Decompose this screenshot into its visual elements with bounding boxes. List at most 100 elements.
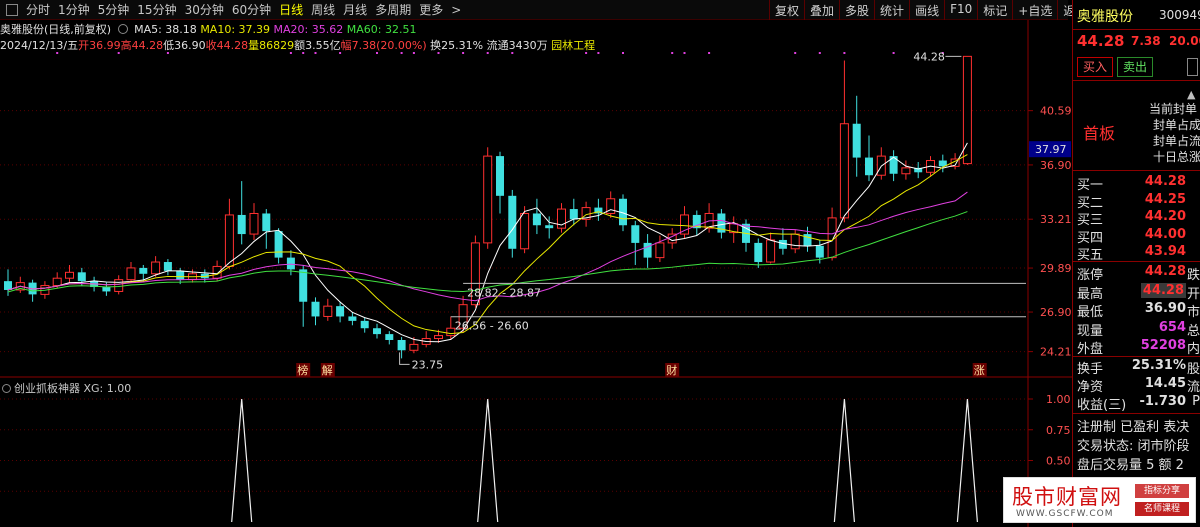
watermark-tag1: 指标分享 bbox=[1135, 484, 1189, 498]
signal-dot bbox=[683, 52, 686, 54]
candle-body bbox=[865, 157, 873, 176]
candle-body bbox=[323, 305, 333, 317]
candle-body bbox=[839, 123, 849, 219]
stat-label: 净资 bbox=[1077, 380, 1104, 395]
candlestick-chart[interactable]: 40.59 36.90 33.21 29.89 26.90 24.21 37.97 28.82… bbox=[0, 20, 1072, 378]
info-note: 注册制 已盈利 表决 bbox=[1077, 420, 1190, 435]
bid-price: 44.28 bbox=[1144, 174, 1186, 189]
toolbar-button[interactable]: F10 bbox=[944, 0, 977, 20]
signal-dot bbox=[671, 52, 674, 54]
bid-price: 44.20 bbox=[1144, 209, 1186, 224]
period-tabs: 分时 1分钟 5分钟 15分钟 30分钟 60分钟 日线 周线 月线 多周期 更多 bbox=[22, 1, 447, 18]
quote-panel: 奥雅股份 300949 44.28 7.38 20.00 买入 卖出 ▲ 首板 … bbox=[1072, 0, 1200, 527]
event-marker-label: 解 bbox=[322, 363, 333, 377]
candle-body bbox=[483, 155, 493, 244]
range-label: 28.82 - 28.87 bbox=[467, 286, 541, 299]
period-tab[interactable]: 月线 bbox=[339, 1, 371, 18]
signal-dot bbox=[511, 52, 514, 54]
signal-dot bbox=[56, 52, 59, 54]
seal-item: 封单占成 bbox=[1153, 118, 1200, 132]
bid-label: 买一 bbox=[1077, 178, 1104, 193]
period-tab[interactable]: 1分钟 bbox=[54, 1, 94, 18]
bid-price: 43.94 bbox=[1144, 244, 1186, 259]
candle-body bbox=[508, 195, 517, 249]
indicator-settings-icon[interactable] bbox=[2, 384, 11, 393]
candle-body bbox=[496, 156, 504, 196]
period-tab[interactable]: 更多 bbox=[415, 1, 447, 18]
period-tab[interactable]: 60分钟 bbox=[228, 1, 275, 18]
more-icon[interactable] bbox=[1187, 58, 1198, 76]
candle-body bbox=[373, 328, 381, 335]
range-label: 26.56 - 26.60 bbox=[455, 320, 529, 333]
candle-body bbox=[569, 209, 578, 220]
stat-value: 36.90 bbox=[1144, 301, 1186, 316]
candle-body bbox=[852, 123, 861, 158]
stat-value: 654 bbox=[1158, 319, 1186, 335]
candle-body bbox=[139, 267, 148, 274]
toolbar-button[interactable]: 统计 bbox=[874, 0, 909, 20]
current-price-label: 37.97 bbox=[1035, 143, 1067, 156]
board-label: 首板 bbox=[1083, 124, 1116, 143]
event-marker-label: 涨 bbox=[974, 364, 985, 377]
y-axis-label: 33.21 bbox=[1040, 213, 1072, 226]
candle-body bbox=[262, 213, 271, 232]
candle-body bbox=[397, 339, 406, 351]
toolbar-button[interactable]: 多股 bbox=[839, 0, 874, 20]
indicator-chart[interactable]: 1.000.750.500.25 bbox=[0, 378, 1072, 527]
candle-body bbox=[77, 272, 86, 282]
info-note: 交易状态: 闭市阶段 bbox=[1077, 439, 1190, 454]
sell-button[interactable]: 卖出 bbox=[1117, 57, 1153, 77]
toolbar-button[interactable]: +自选 bbox=[1012, 0, 1057, 20]
stat-label: 最低 bbox=[1077, 305, 1104, 320]
candle-body bbox=[52, 277, 62, 287]
candle-body bbox=[385, 334, 394, 340]
stat-value: 14.45 bbox=[1144, 376, 1186, 391]
signal-dot bbox=[486, 52, 489, 54]
period-tab[interactable]: 分时 bbox=[22, 1, 54, 18]
candle-body bbox=[655, 242, 665, 259]
candle-body bbox=[176, 270, 185, 280]
period-tab[interactable]: 15分钟 bbox=[133, 1, 180, 18]
candle-body bbox=[766, 239, 776, 263]
period-tab[interactable]: 周线 bbox=[307, 1, 339, 18]
candle-body bbox=[126, 267, 136, 281]
candle-body bbox=[754, 242, 763, 263]
stock-code: 300949 bbox=[1159, 8, 1200, 22]
period-tab[interactable]: 30分钟 bbox=[181, 1, 228, 18]
seal-item: 十日总涨 bbox=[1153, 150, 1200, 164]
signal-dot bbox=[794, 52, 797, 54]
period-tab[interactable]: 多周期 bbox=[371, 1, 415, 18]
stat-label: 现量 bbox=[1077, 323, 1104, 339]
more-arrow-icon[interactable]: > bbox=[447, 3, 465, 17]
toolbar-button[interactable]: 叠加 bbox=[804, 0, 839, 20]
candle-body bbox=[336, 306, 345, 317]
last-price: 44.28 bbox=[1077, 32, 1125, 50]
candle-body bbox=[348, 316, 357, 321]
panel-toggle-icon[interactable] bbox=[6, 3, 18, 16]
stat-label: 收益(三) bbox=[1077, 398, 1127, 413]
buy-button[interactable]: 买入 bbox=[1077, 57, 1113, 77]
price-change: 7.38 bbox=[1131, 34, 1161, 48]
toolbar-button[interactable]: 复权 bbox=[769, 0, 804, 20]
watermark-tag2: 名师课程 bbox=[1135, 502, 1189, 516]
peak-label: 44.28 bbox=[913, 50, 945, 63]
candle-body bbox=[151, 261, 161, 275]
toolbar-button[interactable]: 标记 bbox=[977, 0, 1012, 20]
candle-body bbox=[299, 269, 308, 302]
signal-dot bbox=[622, 52, 624, 54]
watermark-logo: 股市财富网 WWW.GSCFW.COM 指标分享 名师课程 bbox=[1003, 477, 1196, 523]
candle-body bbox=[237, 214, 246, 235]
stat-value: 44.28 bbox=[1140, 282, 1186, 298]
candle-body bbox=[65, 271, 74, 279]
stat-cut: 内 bbox=[1186, 342, 1200, 357]
toolbar-button[interactable]: 画线 bbox=[909, 0, 944, 20]
bid-price: 44.00 bbox=[1144, 226, 1186, 242]
period-tab[interactable]: 5分钟 bbox=[94, 1, 134, 18]
stat-cut: 流 bbox=[1186, 380, 1200, 395]
watermark-title: 股市财富网 bbox=[1012, 485, 1122, 509]
period-tab[interactable]: 日线 bbox=[275, 1, 307, 18]
candle-body bbox=[815, 245, 824, 258]
candle-body bbox=[532, 213, 541, 226]
signal-dot bbox=[462, 52, 465, 54]
stat-value: 52208 bbox=[1140, 338, 1186, 353]
